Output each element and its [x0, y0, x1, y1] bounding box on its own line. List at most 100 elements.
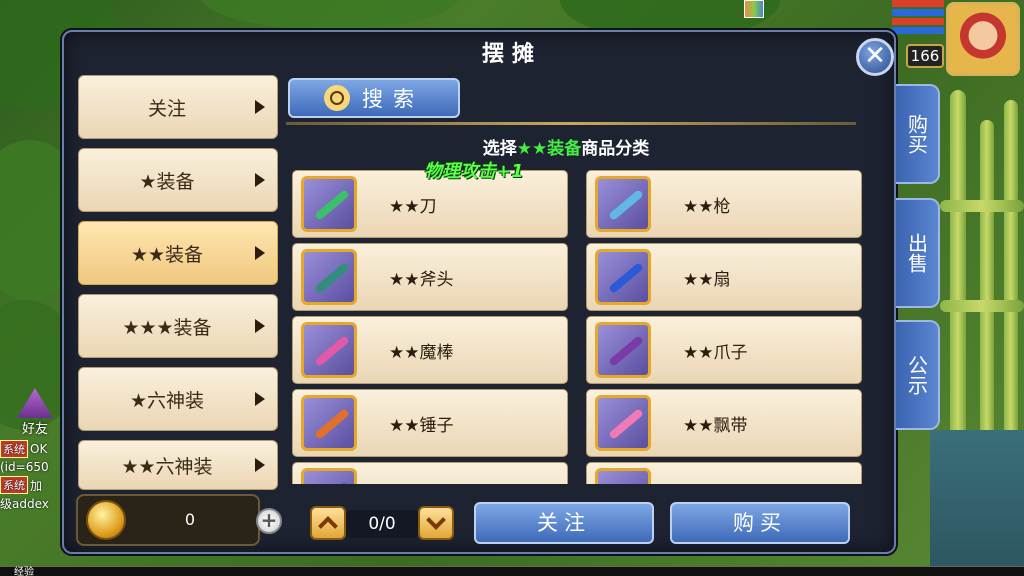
- item-axe[interactable]: ★★斧头: [292, 243, 568, 311]
- item-ribbon[interactable]: ★★飘带: [586, 389, 862, 457]
- category-3star-equip[interactable]: ★★★装备: [78, 294, 278, 358]
- category-1star-liushen[interactable]: ★六神装: [78, 367, 278, 431]
- chat-text: OK: [30, 442, 48, 456]
- tree-foliage: [200, 0, 460, 30]
- arrow-right-icon: [255, 246, 265, 260]
- item-icon: [595, 468, 651, 484]
- divider: [286, 122, 856, 125]
- close-button[interactable]: ✕: [856, 38, 894, 76]
- arrow-right-icon: [255, 173, 265, 187]
- search-label: 搜索: [362, 87, 424, 111]
- chat-text: 级addex: [0, 496, 49, 511]
- bamboo-rail: [940, 200, 1024, 212]
- coin-icon: [86, 500, 126, 540]
- hint-prefix: 选择: [482, 139, 517, 159]
- bamboo-stalk: [980, 120, 994, 440]
- chat-text: (id=650: [0, 460, 49, 474]
- category-2star-liushen[interactable]: ★★六神装: [78, 440, 278, 490]
- hammer-icon: [301, 395, 357, 451]
- claw-icon: [595, 322, 651, 378]
- mp-bar: [892, 9, 944, 16]
- chevron-down-icon: [426, 510, 446, 530]
- blade-icon: [301, 176, 357, 232]
- chat-line: (id=650: [0, 458, 70, 476]
- item-hammer[interactable]: ★★锤子: [292, 389, 568, 457]
- page-up-button[interactable]: [310, 506, 346, 540]
- fan-icon: [595, 249, 651, 305]
- item-name: ★★扇: [683, 269, 731, 290]
- follow-button[interactable]: 关注: [474, 502, 654, 544]
- chat-log[interactable]: 系统 OK (id=650 系统加 级addex: [0, 440, 70, 512]
- item-grid[interactable]: ★★刀 ★★枪 ★★斧头 ★★扇 ★★魔棒 ★★爪子 ★★锤子 ★★飘带: [290, 168, 866, 484]
- page-indicator: 0/0: [346, 510, 418, 538]
- item-spear[interactable]: ★★枪: [586, 170, 862, 238]
- bamboo-stalk: [1004, 100, 1018, 440]
- item-name: ★★飘带: [683, 415, 748, 436]
- tab-notice[interactable]: 公示: [896, 320, 940, 430]
- item-partial[interactable]: [292, 462, 568, 484]
- item-name: ★★斧头: [389, 269, 454, 290]
- bamboo-stalk: [950, 90, 966, 440]
- category-label: ★★装备: [130, 243, 204, 266]
- item-name: ★★爪子: [683, 342, 748, 363]
- item-name: ★★魔棒: [389, 342, 454, 363]
- page-down-button[interactable]: [418, 506, 454, 540]
- friend-label: 好友: [21, 422, 48, 437]
- magnifier-icon: [324, 85, 350, 111]
- buy-button[interactable]: 购买: [670, 502, 850, 544]
- category-2star-equip[interactable]: ★★装备: [78, 221, 278, 285]
- add-money-button[interactable]: +: [256, 508, 282, 534]
- friend-button[interactable]: 好友: [8, 388, 62, 437]
- category-follow[interactable]: 关注: [78, 75, 278, 139]
- arrow-right-icon: [255, 319, 265, 333]
- friend-icon: [17, 388, 53, 418]
- system-tag: 系统: [0, 440, 28, 458]
- system-tag: 系统: [0, 476, 28, 494]
- chat-line: 级addex: [0, 494, 70, 512]
- item-wand[interactable]: ★★魔棒: [292, 316, 568, 384]
- arrow-right-icon: [255, 458, 265, 472]
- plus-icon: +: [260, 508, 278, 532]
- item-claw[interactable]: ★★爪子: [586, 316, 862, 384]
- tab-buy[interactable]: 购买: [896, 84, 940, 184]
- item-partial[interactable]: [586, 462, 862, 484]
- close-icon: ✕: [864, 41, 886, 71]
- tab-sell[interactable]: 出售: [896, 198, 940, 308]
- mp-bar: [892, 27, 944, 34]
- arrow-right-icon: [255, 100, 265, 114]
- hint-highlight: ★★装备: [516, 139, 582, 159]
- chat-text: 加: [30, 478, 43, 493]
- item-name: ★★枪: [683, 196, 731, 217]
- attack-bonus-popup: 物理攻击+1: [424, 161, 524, 182]
- item-name: ★★锤子: [389, 415, 454, 436]
- category-1star-equip[interactable]: ★装备: [78, 148, 278, 212]
- exp-label: 经验: [14, 567, 34, 576]
- hint-suffix: 商品分类: [581, 139, 650, 159]
- hp-bar: [892, 18, 944, 25]
- category-hint: 选择★★装备商品分类: [286, 134, 846, 159]
- chevron-up-icon: [318, 516, 338, 536]
- item-fan[interactable]: ★★扇: [586, 243, 862, 311]
- ribbon-icon: [595, 395, 651, 451]
- spear-icon: [595, 176, 651, 232]
- category-label: ★装备: [139, 170, 195, 193]
- water-area: [930, 430, 1024, 576]
- item-icon: [301, 468, 357, 484]
- category-label: ★★★装备: [122, 316, 212, 339]
- hp-bar: [892, 0, 944, 7]
- bamboo-rail: [940, 300, 1024, 312]
- item-name: ★★刀: [389, 196, 437, 217]
- exp-bar: [0, 566, 1024, 576]
- status-bars: [892, 0, 944, 36]
- chat-line: 系统加: [0, 476, 70, 494]
- category-label: ★六神装: [129, 389, 205, 412]
- search-button[interactable]: 搜索: [288, 78, 460, 118]
- arrow-right-icon: [255, 392, 265, 406]
- chat-line: 系统 OK: [0, 440, 70, 458]
- wand-icon: [301, 322, 357, 378]
- money-value: 0: [184, 510, 196, 529]
- axe-icon: [301, 249, 357, 305]
- event-icon[interactable]: [744, 0, 764, 18]
- category-label: 关注: [147, 97, 186, 120]
- category-label: ★★六神装: [121, 455, 213, 478]
